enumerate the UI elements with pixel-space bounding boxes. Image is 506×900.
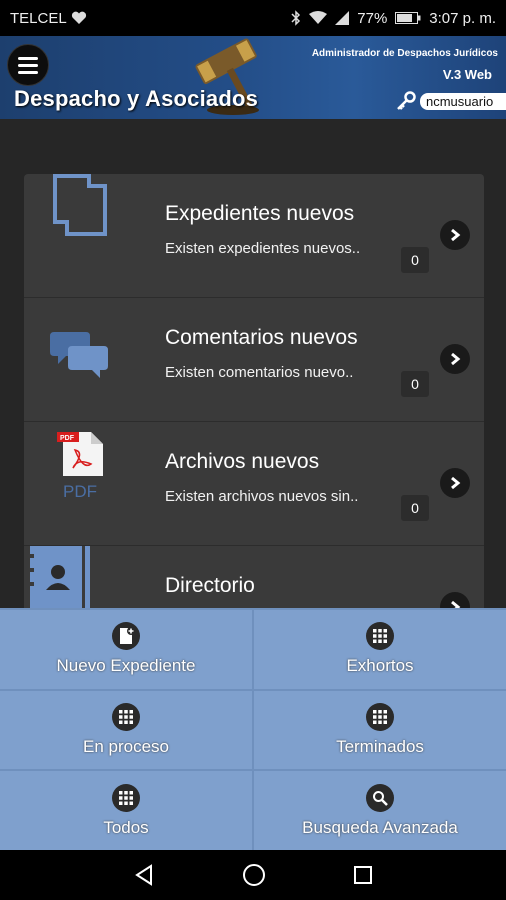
heart-wifi-icon: [71, 11, 86, 24]
copy-documents-icon: [30, 174, 130, 297]
notifications-list: Expedientes nuevos Existen expedientes n…: [24, 174, 484, 670]
signal-icon: [335, 11, 350, 25]
pdf-file-icon: PDF PDF: [30, 422, 130, 545]
carrier: TELCEL: [10, 10, 87, 27]
content-area: Expedientes nuevos Existen expedientes n…: [0, 119, 506, 670]
app-version: V.3 Web: [442, 67, 492, 82]
battery-percent: 77%: [357, 9, 388, 27]
list-item-comentarios[interactable]: Comentarios nuevos Existen comentarios n…: [24, 298, 484, 422]
status-bar: TELCEL 77% 3:07 p. m.: [0, 0, 506, 36]
item-title: Archivos nuevos: [165, 450, 320, 473]
item-count-badge: 0: [401, 247, 429, 273]
app-header: Despacho y Asociados Administrador de De…: [0, 36, 506, 119]
nav-label: Busqueda Avanzada: [302, 817, 458, 837]
chevron-right-icon[interactable]: [440, 468, 470, 498]
nav-label: Exhortos: [346, 656, 414, 676]
item-description: Existen archivos nuevos sin..: [165, 488, 359, 505]
item-title: Comentarios nuevos: [165, 326, 358, 349]
app-title: Despacho y Asociados: [14, 86, 259, 111]
grid-icon: [112, 783, 140, 812]
clock: 3:07 p. m.: [429, 9, 496, 27]
bluetooth-icon: [291, 10, 301, 26]
grid-icon: [112, 702, 140, 731]
nav-label: Terminados: [336, 736, 424, 756]
system-nav-bar: [0, 850, 506, 900]
pdf-caption: PDF: [63, 482, 97, 501]
list-item-archivos[interactable]: PDF PDF Archivos nuevos Existen archivos…: [24, 422, 484, 546]
carrier-name: TELCEL: [10, 9, 67, 27]
menu-button[interactable]: [7, 44, 49, 86]
en-proceso-button[interactable]: En proceso: [0, 690, 252, 770]
grid-icon: [366, 702, 394, 731]
item-description: Existen comentarios nuevo..: [165, 364, 354, 381]
username: ncmusuario: [420, 92, 506, 110]
chevron-right-icon[interactable]: [440, 344, 470, 374]
nav-label: Todos: [103, 817, 149, 837]
item-count-badge: 0: [401, 371, 429, 397]
busqueda-avanzada-button[interactable]: Busqueda Avanzada: [254, 771, 506, 850]
bottom-menu-grid: Nuevo Expediente Exhortos En proceso Ter…: [0, 608, 506, 850]
chevron-right-icon[interactable]: [440, 220, 470, 250]
key-icon: [397, 91, 416, 110]
svg-text:PDF: PDF: [60, 435, 75, 442]
item-count-badge: 0: [401, 495, 429, 521]
search-icon: [366, 783, 394, 812]
new-document-icon: [112, 622, 140, 651]
recents-icon[interactable]: [352, 864, 374, 886]
terminados-button[interactable]: Terminados: [254, 690, 506, 770]
nuevo-expediente-button[interactable]: Nuevo Expediente: [0, 610, 252, 689]
exhortos-button[interactable]: Exhortos: [254, 610, 506, 689]
list-item-expedientes[interactable]: Expedientes nuevos Existen expedientes n…: [24, 174, 484, 298]
home-icon[interactable]: [241, 862, 267, 888]
chat-bubbles-icon: [30, 298, 130, 421]
todos-button[interactable]: Todos: [0, 771, 252, 850]
item-title: Directorio: [165, 574, 255, 597]
grid-icon: [366, 622, 394, 651]
back-icon[interactable]: [132, 863, 156, 887]
nav-label: En proceso: [83, 736, 169, 756]
item-description: Existen expedientes nuevos..: [165, 240, 361, 257]
user-info[interactable]: ncmusuario: [396, 91, 506, 111]
nav-label: Nuevo Expediente: [56, 656, 196, 676]
item-title: Expedientes nuevos: [165, 202, 355, 225]
battery-icon: [395, 12, 421, 24]
wifi-icon: [309, 11, 328, 24]
app-subtitle: Administrador de Despachos Jurídicos: [311, 48, 498, 59]
